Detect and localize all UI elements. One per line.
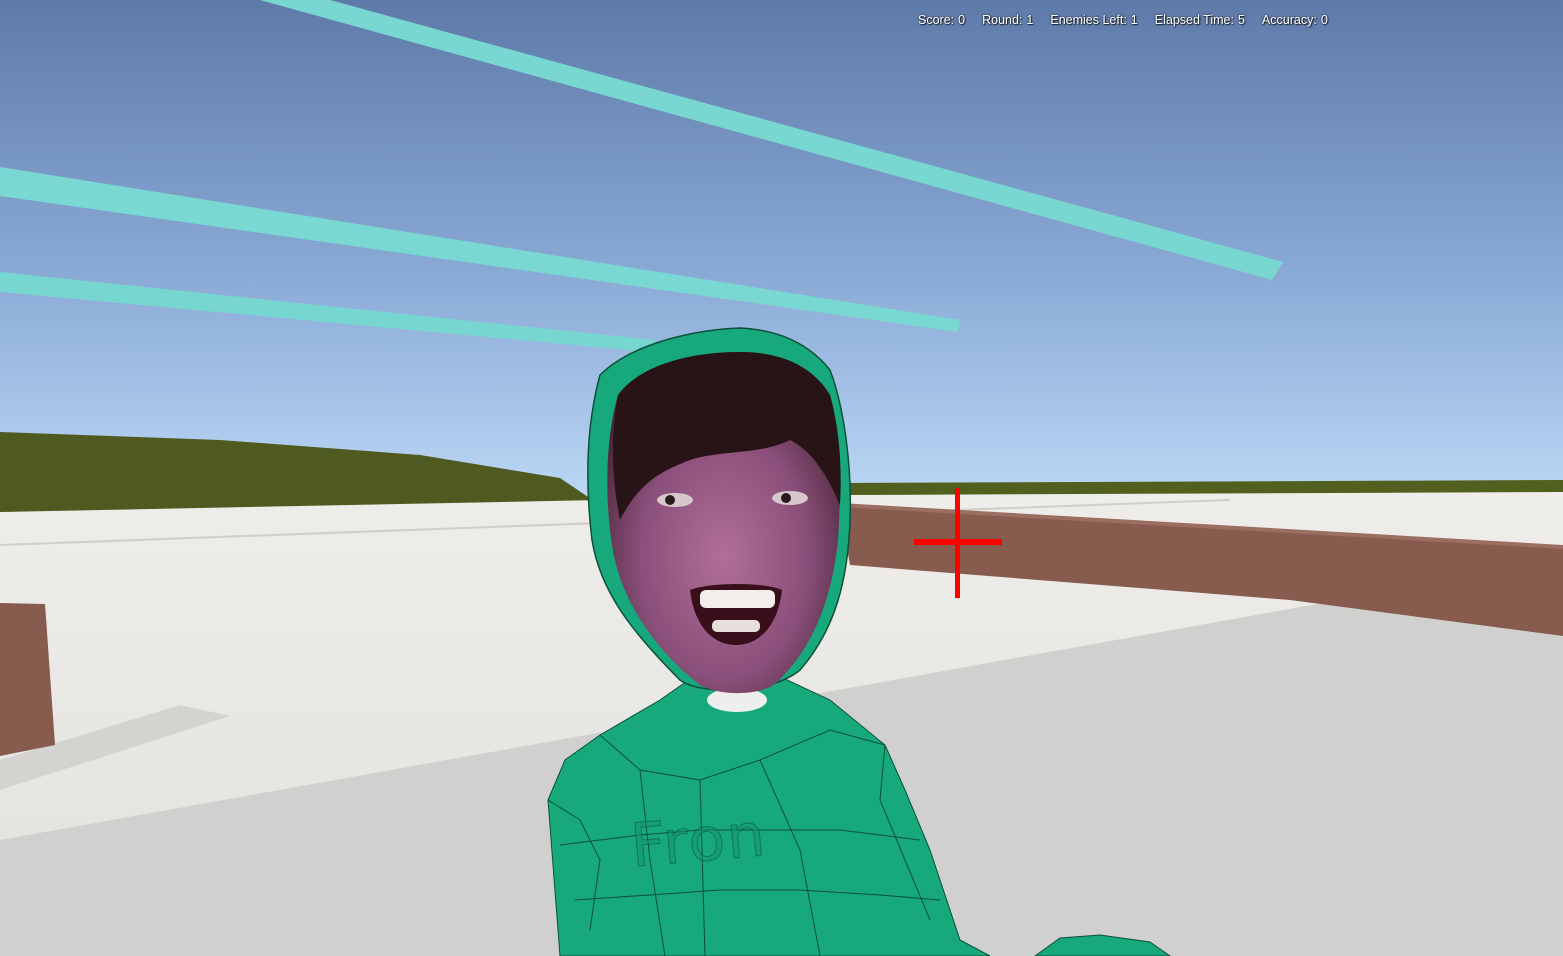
hud-score: Score: 0 <box>918 12 965 28</box>
enemy-teeth-bottom <box>712 620 760 632</box>
hud-enemies-label: Enemies Left: <box>1050 13 1127 27</box>
game-viewport[interactable]: Fron Score: 0 Round: 1 Enemies Left: 1 E… <box>0 0 1563 956</box>
hud-accuracy-value: 0 <box>1320 13 1328 27</box>
hud-score-value: 0 <box>958 13 966 27</box>
hud-bar: Score: 0 Round: 1 Enemies Left: 1 Elapse… <box>918 12 1328 28</box>
hud-elapsed-time: Elapsed Time: 5 <box>1155 12 1245 28</box>
hud-accuracy: Accuracy: 0 <box>1262 12 1328 28</box>
hud-time-value: 5 <box>1237 13 1245 27</box>
hud-time-label: Elapsed Time: <box>1154 13 1234 27</box>
crosshair-icon <box>914 488 1002 598</box>
hud-round: Round: 1 <box>982 12 1033 28</box>
hud-enemies-value: 1 <box>1130 13 1138 27</box>
hud-score-label: Score: <box>918 13 955 27</box>
hud-round-value: 1 <box>1026 13 1034 27</box>
enemy-teeth-top <box>700 590 775 608</box>
hud-round-label: Round: <box>982 13 1023 27</box>
hud-accuracy-label: Accuracy: <box>1261 13 1317 27</box>
hud-enemies-left: Enemies Left: 1 <box>1050 12 1137 28</box>
crosshair-horizontal <box>914 539 1002 545</box>
